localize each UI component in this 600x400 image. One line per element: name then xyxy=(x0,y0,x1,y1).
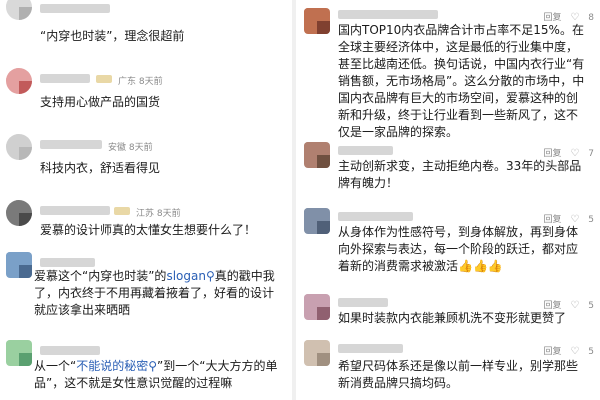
avatar-tile xyxy=(6,134,19,147)
secret-link[interactable]: 不能说的秘密 xyxy=(76,359,148,373)
avatar-tile xyxy=(304,340,317,353)
reply-button[interactable]: 回复 xyxy=(544,347,562,357)
avatar-tile xyxy=(304,294,317,307)
like-count: 7 xyxy=(588,149,594,159)
comment-text: 如果时装款内衣能兼顾机洗不变形就更赞了 xyxy=(338,311,567,325)
avatar[interactable] xyxy=(304,208,330,234)
avatar-tile xyxy=(6,200,19,213)
avatar-tile xyxy=(317,21,330,34)
search-icon[interactable]: ⚲ xyxy=(148,359,157,373)
username-blurred[interactable] xyxy=(338,10,438,19)
avatar[interactable] xyxy=(6,200,32,226)
comment-text: 爱慕这个“内穿也时装”的slogan⚲真的戳中我了，内衣终于不用再藏着掖着了，好… xyxy=(34,268,284,319)
like-count: 5 xyxy=(588,215,594,225)
avatar[interactable] xyxy=(6,134,32,160)
comment-text: 主动创新求变，主动拒绝内卷。33年的头部品牌有魄力！ xyxy=(338,159,582,190)
avatar[interactable] xyxy=(304,340,330,366)
avatar-tile xyxy=(6,340,19,353)
username-blurred[interactable] xyxy=(40,74,90,83)
like-count: 5 xyxy=(588,347,594,357)
avatar-tile xyxy=(6,252,19,265)
username-blurred[interactable] xyxy=(338,212,413,221)
comment-text: “内穿也时装”，理念很超前 xyxy=(40,29,185,43)
like-count: 8 xyxy=(588,13,594,23)
avatar-tile xyxy=(6,0,19,7)
comment-list-left[interactable]: “内穿也时装”，理念很超前 广东 8天前 支持用心做产品的国货 安徽 8天前 科… xyxy=(0,0,290,400)
avatar-tile xyxy=(19,7,32,20)
username-blurred[interactable] xyxy=(40,346,100,355)
username-blurred[interactable] xyxy=(338,146,393,155)
avatar[interactable] xyxy=(6,252,32,278)
comment-text: 从一个“不能说的秘密⚲”到一个“大大方方的单品”，这不就是女性意识觉醒的过程嘛 xyxy=(34,358,284,392)
avatar[interactable] xyxy=(304,294,330,320)
avatar-tile xyxy=(317,155,330,168)
comment-text: 爱慕的设计师真的太懂女生想要什么了！ xyxy=(40,223,257,237)
search-icon[interactable]: ⚲ xyxy=(206,269,215,283)
comment-text: 科技内衣，舒适看得见 xyxy=(40,161,161,175)
username-blurred[interactable] xyxy=(40,4,110,13)
username-blurred[interactable] xyxy=(338,344,403,353)
avatar-tile xyxy=(304,208,317,221)
avatar-tile xyxy=(19,213,32,226)
comment-text: 国内TOP10内衣品牌合计市占率不足15%。在全球主要经济体中，这是最低的行业集… xyxy=(338,23,585,139)
avatar[interactable] xyxy=(6,0,32,20)
username-blurred[interactable] xyxy=(40,140,102,149)
avatar[interactable] xyxy=(304,142,330,168)
comment-meta: 安徽 8天前 xyxy=(108,143,153,153)
avatar-tile xyxy=(19,353,32,366)
comment-text: 希望尺码体系还是像以前一样专业，别学那些新消费品牌只搞均码。 xyxy=(338,359,579,390)
slogan-link[interactable]: slogan xyxy=(166,269,206,283)
avatar-tile xyxy=(19,81,32,94)
comment-meta: 江苏 8天前 xyxy=(136,209,181,219)
username-blurred[interactable] xyxy=(40,206,110,215)
comment-text-part: 爱慕这个“内穿也时装”的 xyxy=(34,269,167,283)
heart-icon[interactable]: ♡ xyxy=(570,346,579,357)
avatar-tile xyxy=(6,68,19,81)
username-blurred[interactable] xyxy=(40,258,95,267)
avatar-tile xyxy=(317,353,330,366)
user-level-badge xyxy=(114,207,130,215)
username-blurred[interactable] xyxy=(338,298,388,307)
avatar-tile xyxy=(19,147,32,160)
comment-actions: 回复 ♡ 5 xyxy=(538,344,594,357)
comment-text-part: 从一个“ xyxy=(34,359,77,373)
avatar-tile xyxy=(304,8,317,21)
avatar[interactable] xyxy=(304,8,330,34)
avatar[interactable] xyxy=(6,340,32,366)
avatar-tile xyxy=(317,307,330,320)
comment-text: 从身体作为性感符号，到身体解放，再到身体向外探索与表达，每一个阶段的跃迁，都对应… xyxy=(338,225,579,273)
avatar-tile xyxy=(19,265,32,278)
like-count: 5 xyxy=(588,301,594,311)
user-level-badge xyxy=(96,75,112,83)
avatar-tile xyxy=(304,142,317,155)
comment-meta: 广东 8天前 xyxy=(118,77,163,87)
avatar[interactable] xyxy=(6,68,32,94)
avatar-tile xyxy=(317,221,330,234)
column-divider xyxy=(292,0,296,400)
comment-text: 支持用心做产品的国货 xyxy=(40,95,161,109)
comment-list-right[interactable]: 回复 ♡ 8 国内TOP10内衣品牌合计市占率不足15%。在全球主要经济体中，这… xyxy=(298,0,600,400)
